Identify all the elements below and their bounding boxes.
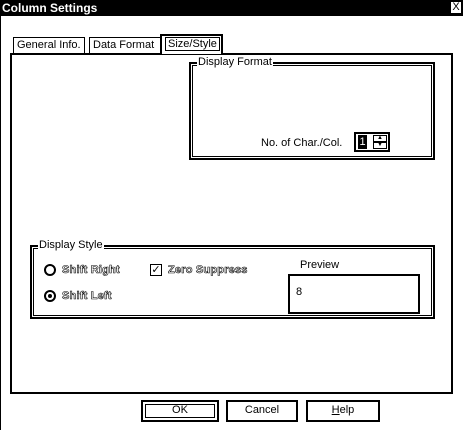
- spin-buttons: ▲ ▼: [373, 135, 387, 149]
- column-settings-dialog: Column Settings X General Info. Data For…: [0, 0, 463, 430]
- shift-right-option[interactable]: Shift Right: [44, 264, 120, 276]
- help-mnemonic: H: [331, 404, 340, 416]
- tab-label: General Info.: [17, 39, 81, 51]
- window-border: [0, 16, 1, 430]
- window-title: Column Settings: [2, 1, 98, 15]
- display-style-group: Display Style Shift Right Shift Left ✓ Z…: [30, 239, 435, 319]
- focus-rect: [145, 404, 215, 418]
- title-bar: Column Settings X: [0, 0, 463, 16]
- display-style-label: Display Style: [38, 239, 104, 251]
- shift-left-radio[interactable]: [44, 290, 56, 302]
- char-col-value[interactable]: 1: [358, 135, 367, 149]
- spin-down-button[interactable]: ▼: [373, 142, 387, 149]
- help-label: elp: [339, 404, 355, 416]
- shift-left-label: Shift Left: [62, 290, 112, 303]
- shift-right-label: Shift Right: [62, 264, 120, 277]
- tab-label: Data Format: [93, 39, 155, 51]
- spin-up-button[interactable]: ▲: [373, 135, 387, 142]
- display-format-label: Display Format: [197, 56, 273, 68]
- close-button[interactable]: X: [450, 1, 462, 14]
- display-format-group: Display Format No. of Char./Col. 1 ▲ ▼: [189, 56, 435, 160]
- shift-right-radio[interactable]: [44, 264, 56, 276]
- preview-label: Preview: [300, 259, 340, 271]
- cancel-label: Cancel: [244, 404, 280, 416]
- tab-panel: Display Format No. of Char./Col. 1 ▲ ▼ D…: [10, 53, 453, 394]
- preview-box: 8: [288, 274, 420, 314]
- char-col-label: No. of Char./Col.: [261, 137, 343, 149]
- tab-data-format[interactable]: Data Format: [89, 37, 161, 53]
- tab-label: Size/Style: [165, 37, 220, 51]
- char-col-stepper[interactable]: 1 ▲ ▼: [354, 132, 390, 152]
- shift-left-option[interactable]: Shift Left: [44, 290, 112, 302]
- tab-size-style[interactable]: Size/Style: [160, 34, 223, 54]
- help-button[interactable]: Help: [306, 400, 380, 422]
- tab-general-info[interactable]: General Info.: [13, 37, 85, 53]
- preview-value: 8: [296, 286, 303, 298]
- zero-suppress-option[interactable]: ✓ Zero Suppress: [150, 264, 248, 276]
- zero-suppress-checkbox[interactable]: ✓: [150, 264, 162, 276]
- zero-suppress-label: Zero Suppress: [168, 264, 248, 277]
- ok-button[interactable]: OK: [141, 400, 219, 422]
- cancel-button[interactable]: Cancel: [226, 400, 298, 422]
